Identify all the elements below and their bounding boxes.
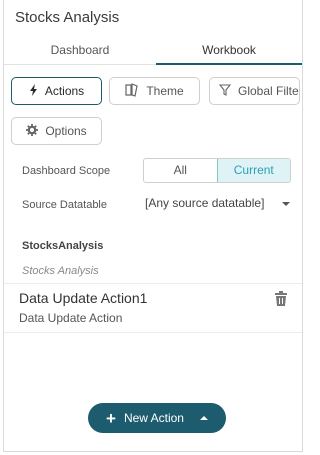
new-action-label: New Action: [123, 411, 184, 425]
action-name: Data Update Action1: [19, 290, 148, 306]
actions-button-label: Actions: [44, 84, 85, 98]
dashboard-scope-label: Dashboard Scope: [22, 165, 111, 177]
source-datatable-label: Source Datatable: [22, 199, 107, 211]
caret-up-icon[interactable]: [199, 416, 208, 420]
action-type: Data Update Action: [19, 311, 123, 325]
tab-bar: Dashboard Workbook: [4, 40, 302, 65]
scope-option-all[interactable]: All: [144, 159, 217, 182]
plus-icon: +: [106, 408, 116, 428]
panel-title: Stocks Analysis: [15, 9, 120, 26]
workbook-panel: Stocks Analysis Dashboard Workbook Actio…: [3, 0, 303, 452]
gear-icon: [26, 123, 39, 139]
source-datatable-value: [Any source datatable]: [145, 196, 265, 210]
dashboard-scope-toggle: All Current: [143, 158, 291, 183]
theme-book-icon: [125, 82, 139, 100]
list-item-action[interactable]: Data Update Action1 Data Update Action: [4, 284, 302, 332]
datasource-name: StocksAnalysis: [22, 240, 104, 252]
actions-button[interactable]: Actions: [11, 77, 102, 105]
tab-workbook[interactable]: Workbook: [156, 40, 302, 65]
theme-button-label: Theme: [146, 84, 184, 98]
global-filter-button[interactable]: Global Filter: [209, 77, 300, 105]
source-datatable-select[interactable]: [Any source datatable]: [145, 196, 293, 216]
tab-dashboard[interactable]: Dashboard: [4, 40, 156, 65]
theme-button[interactable]: Theme: [109, 77, 200, 105]
trash-icon[interactable]: [274, 291, 288, 307]
options-button-label: Options: [45, 124, 87, 138]
chevron-down-icon: [282, 202, 290, 206]
global-filter-button-label: Global Filter: [238, 84, 300, 98]
options-button[interactable]: Options: [11, 117, 102, 145]
lightning-icon: [29, 83, 38, 99]
scope-option-current[interactable]: Current: [216, 159, 290, 182]
new-action-button[interactable]: + New Action: [88, 403, 226, 433]
datasource-description: Stocks Analysis: [22, 265, 99, 277]
divider: [4, 332, 302, 333]
filter-icon: [218, 83, 232, 99]
